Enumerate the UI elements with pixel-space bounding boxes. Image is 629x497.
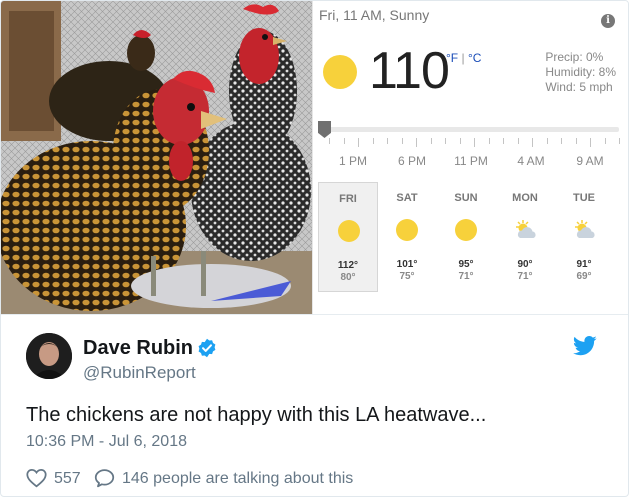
day-high-temp: 112° (337, 260, 359, 271)
hour-label: 9 AM (576, 154, 604, 168)
slider-tick (590, 138, 591, 147)
slider-tick (575, 138, 577, 144)
day-name: SUN (454, 192, 478, 204)
time-slider-track[interactable] (323, 127, 619, 132)
day-low-temp: 69° (576, 271, 592, 282)
humidity-value: Humidity: 8% (545, 65, 616, 79)
day-high-temp: 101° (396, 259, 418, 270)
day-high-temp: 90° (517, 259, 533, 270)
slider-tick (372, 138, 374, 144)
hour-label: 1 PM (338, 154, 367, 168)
slider-tick (561, 138, 562, 144)
slider-tick (430, 138, 432, 144)
slider-tick (445, 138, 446, 144)
info-icon[interactable]: i (601, 14, 615, 28)
forecast-day-sat[interactable]: SAT 101° 75° (377, 182, 437, 292)
weather-date-condition: Fri, 11 AM, Sunny (319, 7, 430, 23)
day-low-temp: 71° (458, 271, 474, 282)
like-count[interactable]: 557 (54, 470, 81, 488)
slider-tick (416, 138, 417, 147)
hour-label: 11 PM (454, 154, 488, 168)
sun-icon (338, 220, 360, 242)
slider-tick (619, 138, 620, 144)
slider-tick (474, 138, 475, 147)
unit-celsius[interactable]: °C (468, 51, 481, 65)
slider-tick (387, 138, 388, 144)
slider-tick (459, 138, 461, 144)
twitter-bird-icon[interactable] (573, 336, 597, 356)
reply-bubble-icon[interactable] (94, 468, 115, 488)
day-low-temp: 71° (517, 271, 533, 282)
day-high-temp: 91° (576, 259, 592, 270)
heart-icon[interactable] (26, 468, 47, 488)
author-name[interactable]: Dave Rubin (83, 337, 193, 360)
partly-cloudy-icon (514, 219, 536, 241)
sun-icon (323, 55, 357, 89)
day-name: SAT (396, 192, 418, 204)
slider-tick (329, 138, 330, 144)
day-name: MON (512, 192, 538, 204)
avatar[interactable] (26, 333, 72, 379)
time-slider-ticks (323, 138, 620, 148)
slider-tick (604, 138, 606, 144)
conversation-count[interactable]: 146 people are talking about this (122, 470, 353, 488)
day-low-temp: 80° (340, 272, 356, 283)
forecast-day-tue[interactable]: TUE 91° 69° (554, 182, 614, 292)
weather-widget: Fri, 11 AM, Sunny i 110 °F | °C Precip: … (312, 1, 628, 314)
chickens-photo[interactable] (1, 1, 312, 314)
hour-label: 6 PM (397, 154, 426, 168)
weather-details: Precip: 0% Humidity: 8% Wind: 5 mph (545, 50, 616, 95)
tweet-body: Dave Rubin @RubinReport The chickens are… (1, 314, 628, 496)
slider-tick (343, 138, 345, 144)
day-low-temp: 75° (399, 271, 415, 282)
slider-tick (401, 138, 403, 144)
chickens-image (1, 1, 312, 314)
verified-badge-icon (198, 338, 216, 358)
day-name: FRI (339, 193, 357, 205)
slider-tick (546, 138, 548, 144)
precip-value: Precip: 0% (545, 50, 604, 64)
day-high-temp: 95° (458, 259, 474, 270)
sun-icon (455, 219, 477, 241)
unit-toggle: °F | °C (446, 51, 481, 65)
author-handle[interactable]: @RubinReport (83, 363, 196, 383)
hour-labels: 1 PM 6 PM 11 PM 4 AM 9 AM (313, 154, 628, 170)
slider-tick (532, 138, 533, 147)
tweet-timestamp[interactable]: 10:36 PM - Jul 6, 2018 (26, 433, 187, 451)
slider-tick (358, 138, 359, 147)
day-name: TUE (573, 192, 595, 204)
slider-tick (488, 138, 490, 144)
daily-forecast: FRI 112° 80° SAT 101° 75° SUN 95° 71° MON 90° 71° TU… (318, 182, 628, 294)
sun-icon (396, 219, 418, 241)
tweet-text: The chickens are not happy with this LA … (26, 404, 487, 426)
forecast-day-sun[interactable]: SUN 95° 71° (436, 182, 496, 292)
unit-separator: | (461, 51, 465, 65)
forecast-day-fri[interactable]: FRI 112° 80° (318, 182, 378, 292)
current-temperature: 110 (369, 42, 450, 100)
unit-fahrenheit[interactable]: °F (446, 51, 458, 65)
slider-tick (503, 138, 504, 144)
slider-tick (517, 138, 519, 144)
wind-value: Wind: 5 mph (545, 80, 613, 94)
embedded-tweet-card: Fri, 11 AM, Sunny i 110 °F | °C Precip: … (0, 0, 629, 497)
partly-cloudy-icon (573, 219, 595, 241)
time-slider-handle[interactable] (318, 121, 331, 138)
hour-label: 4 AM (517, 154, 545, 168)
forecast-day-mon[interactable]: MON 90° 71° (495, 182, 555, 292)
